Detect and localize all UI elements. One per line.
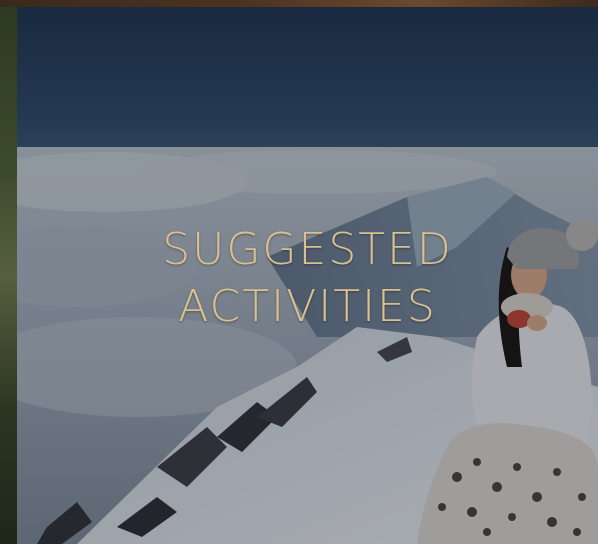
tile-title-line1: SUGGESTED [162, 224, 453, 275]
page: SUGGESTED ACTIVITIES [0, 0, 598, 544]
adjacent-image-edge [0, 7, 17, 544]
tile-title: SUGGESTED ACTIVITIES [17, 221, 598, 335]
tile-title-line2: ACTIVITIES [178, 281, 437, 332]
previous-image-edge [0, 0, 598, 7]
suggested-activities-tile[interactable]: SUGGESTED ACTIVITIES [17, 7, 598, 544]
